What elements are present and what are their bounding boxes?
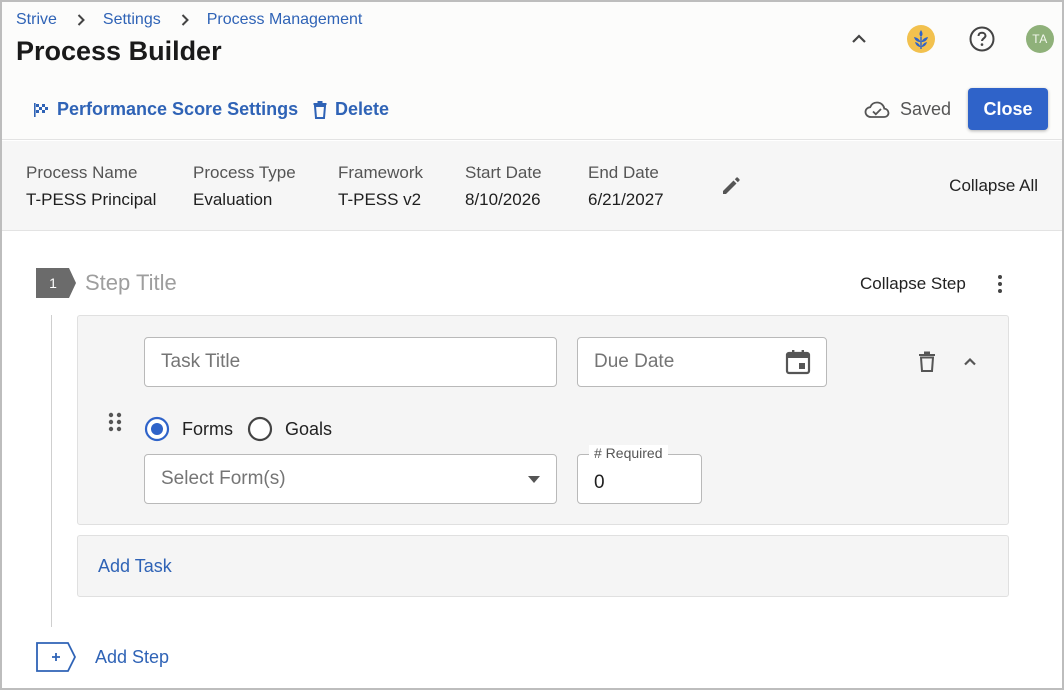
breadcrumb-strive[interactable]: Strive — [16, 11, 57, 29]
end-date-label: End Date — [588, 163, 659, 182]
framework-label: Framework — [338, 163, 424, 182]
add-step-button[interactable]: Add Step — [95, 647, 169, 668]
drag-handle-icon[interactable] — [105, 410, 125, 436]
calendar-icon[interactable] — [784, 348, 812, 376]
radio-unselected-icon — [247, 416, 273, 442]
radio-selected-icon — [144, 416, 170, 442]
performance-score-settings-label: Performance Score Settings — [57, 99, 299, 119]
help-icon[interactable] — [967, 24, 997, 54]
start-date-field: Start Date 8/10/2026 — [465, 163, 542, 210]
select-forms-dropdown[interactable]: Select Form(s) — [144, 454, 557, 504]
delete-task-icon[interactable] — [916, 350, 938, 374]
add-task-button[interactable]: Add Task — [98, 556, 172, 577]
required-count-input[interactable] — [577, 454, 702, 504]
pencil-edit-icon[interactable] — [720, 175, 742, 197]
framework-value: T-PESS v2 — [338, 190, 422, 209]
breadcrumb-process-management[interactable]: Process Management — [207, 11, 363, 29]
required-count-field: # Required — [577, 445, 702, 504]
radio-forms-label: Forms — [182, 418, 233, 439]
breadcrumb-separator-icon — [77, 14, 85, 26]
page-title: Process Builder — [16, 36, 222, 66]
saved-status: Saved — [864, 99, 951, 120]
process-info-bar: Process Name T-PESS Principal Process Ty… — [2, 141, 1062, 231]
page-header: Strive Settings Process Management Proce… — [2, 2, 1062, 140]
end-date-field: End Date 6/21/2027 — [588, 163, 664, 210]
breadcrumb: Strive Settings Process Management — [16, 11, 362, 29]
form-type-radio-group: Forms Goals — [144, 416, 332, 442]
process-name-value: T-PESS Principal — [26, 190, 157, 209]
dropdown-arrow-icon — [528, 476, 540, 483]
start-date-value: 8/10/2026 — [465, 190, 541, 209]
add-task-card: Add Task — [77, 535, 1009, 597]
close-button[interactable]: Close — [968, 88, 1048, 130]
wheat-logo-icon[interactable] — [906, 24, 936, 54]
performance-score-settings-button[interactable]: Performance Score Settings — [33, 99, 298, 120]
delete-button[interactable]: Delete — [313, 99, 389, 120]
radio-goals[interactable]: Goals — [247, 416, 332, 442]
step-number: 1 — [49, 275, 57, 291]
end-date-value: 6/21/2027 — [588, 190, 664, 209]
process-name-label: Process Name — [26, 163, 138, 182]
start-date-label: Start Date — [465, 163, 542, 182]
task-title-input[interactable] — [144, 337, 557, 387]
task-card: Forms Goals Select Form(s) # Required — [77, 315, 1009, 525]
breadcrumb-separator-icon — [181, 14, 189, 26]
more-options-icon[interactable] — [989, 272, 1011, 296]
process-type-field: Process Type Evaluation — [193, 163, 296, 210]
process-name-field: Process Name T-PESS Principal — [26, 163, 156, 210]
collapse-all-button[interactable]: Collapse All — [949, 176, 1038, 196]
required-count-label: # Required — [589, 445, 668, 461]
radio-goals-label: Goals — [285, 418, 333, 439]
saved-label: Saved — [900, 99, 952, 119]
collapse-step-button[interactable]: Collapse Step — [860, 274, 966, 294]
cloud-check-icon — [864, 101, 890, 118]
trash-icon — [313, 100, 327, 119]
collapse-task-chevron-icon[interactable] — [958, 350, 982, 374]
avatar[interactable]: TA — [1026, 25, 1054, 53]
checkered-flag-icon — [34, 102, 48, 117]
breadcrumb-settings[interactable]: Settings — [103, 11, 161, 29]
radio-forms[interactable]: Forms — [144, 416, 233, 442]
process-type-value: Evaluation — [193, 190, 273, 209]
step-connector-line — [51, 315, 52, 627]
select-forms-placeholder: Select Form(s) — [161, 468, 286, 489]
process-type-label: Process Type — [193, 163, 296, 182]
chevron-up-icon[interactable] — [844, 24, 874, 54]
framework-field: Framework T-PESS v2 — [338, 163, 423, 210]
step-title-input[interactable]: Step Title — [85, 270, 177, 296]
delete-label: Delete — [335, 99, 390, 119]
add-step-plus-icon[interactable] — [36, 642, 76, 672]
